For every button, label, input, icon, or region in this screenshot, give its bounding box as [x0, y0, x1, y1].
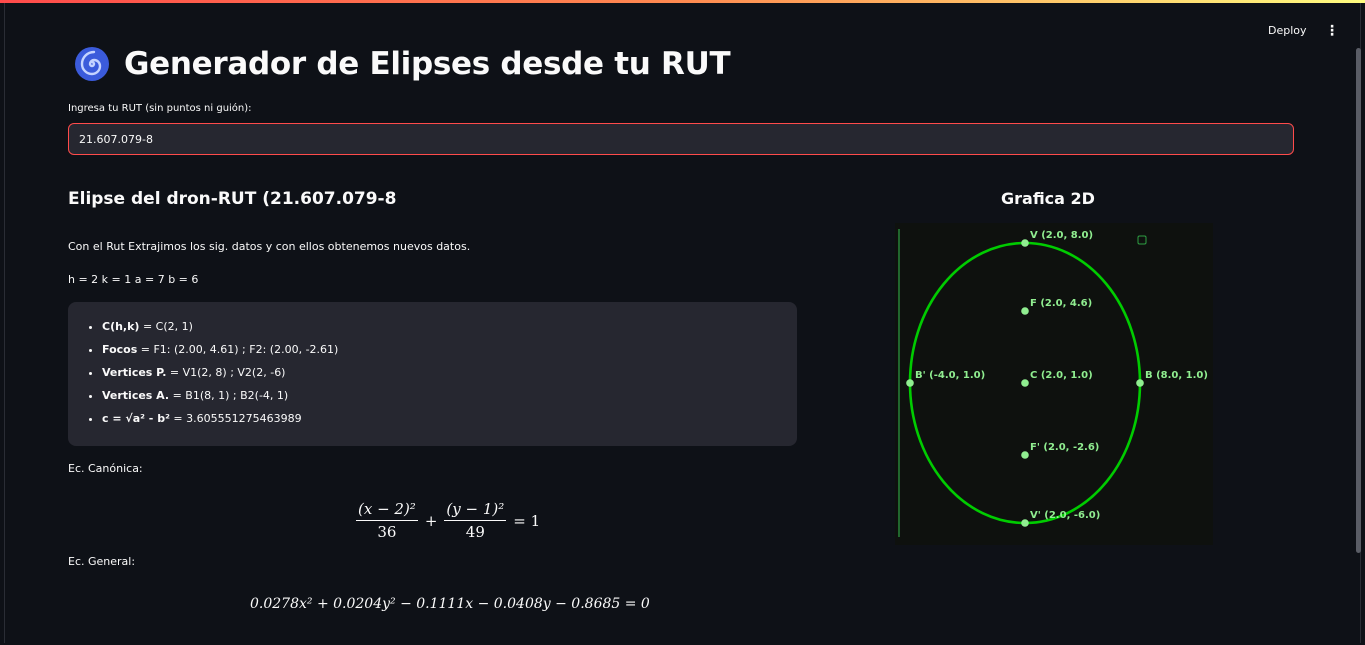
equals-one: = 1	[513, 511, 541, 530]
point-bp	[906, 379, 914, 387]
page-header: Generador de Elipses desde tu RUT	[74, 46, 731, 82]
item-key: Vertices A.	[102, 389, 170, 402]
fraction-y-denominator: 49	[465, 523, 485, 541]
deploy-button[interactable]: Deploy	[1268, 24, 1307, 37]
point-label-bp: B' (-4.0, 1.0)	[915, 370, 985, 381]
point-label-c: C (2.0, 1.0)	[1030, 370, 1093, 381]
rut-input-label: Ingresa tu RUT (sin puntos ni guión):	[68, 103, 252, 114]
plus-sign: +	[424, 511, 438, 530]
intro-text: Con el Rut Extrajimos los sig. datos y c…	[68, 240, 471, 253]
scrollbar[interactable]	[1356, 48, 1361, 553]
general-label: Ec. General:	[68, 555, 136, 568]
fraction-x-numerator: (x − 2)²	[356, 500, 418, 521]
item-value: = B1(8, 1) ; B2(-4, 1)	[169, 389, 289, 402]
point-c	[1021, 379, 1029, 387]
fraction-x-denominator: 36	[377, 523, 397, 541]
canonical-label: Ec. Canónica:	[68, 462, 143, 475]
ellipse-plot: V (2.0, 8.0) F (2.0, 4.6) B' (-4.0, 1.0) C …	[895, 223, 1213, 545]
ellipse-info-list: C(h,k) = C(2, 1) Focos = F1: (2.00, 4.61…	[80, 315, 797, 430]
item-key: C(h,k)	[102, 320, 140, 333]
point-label-f: F (2.0, 4.6)	[1030, 298, 1092, 309]
item-key: c = √a² - b²	[102, 412, 170, 425]
item-key: Vertices P.	[102, 366, 167, 379]
point-label-vp: V' (2.0, -6.0)	[1030, 510, 1100, 521]
plot-background	[895, 223, 1213, 545]
fraction-y-numerator: (y − 1)²	[444, 500, 507, 521]
item-value: = F1: (2.00, 4.61) ; F2: (2.00, -2.61)	[137, 343, 339, 356]
point-label-fp: F' (2.0, -2.6)	[1030, 442, 1099, 453]
page-title: Generador de Elipses desde tu RUT	[124, 46, 731, 82]
list-item: C(h,k) = C(2, 1)	[102, 315, 797, 338]
general-equation: 0.0278x² + 0.0204y² − 0.1111x − 0.0408y …	[250, 596, 650, 612]
more-options-icon[interactable]: ⋮	[1325, 22, 1339, 40]
fraction-x: (x − 2)² 36	[356, 500, 418, 541]
item-key: Focos	[102, 343, 138, 356]
point-fp	[1021, 451, 1029, 459]
canonical-equation: (x − 2)² 36 + (y − 1)² 49 = 1	[352, 500, 543, 541]
point-v	[1021, 239, 1029, 247]
point-label-b: B (8.0, 1.0)	[1145, 370, 1208, 381]
point-vp	[1021, 519, 1029, 527]
item-value: = C(2, 1)	[139, 320, 193, 333]
list-item: c = √a² - b² = 3.605551275463989	[102, 407, 797, 430]
point-label-v: V (2.0, 8.0)	[1030, 230, 1093, 241]
list-item: Focos = F1: (2.00, 4.61) ; F2: (2.00, -2…	[102, 338, 797, 361]
result-heading: Elipse del dron-RUT (21.607.079-8	[68, 189, 397, 209]
rut-input[interactable]	[68, 123, 1294, 155]
params-text: h = 2 k = 1 a = 7 b = 6	[68, 273, 199, 286]
list-item: Vertices A. = B1(8, 1) ; B2(-4, 1)	[102, 384, 797, 407]
fraction-y: (y − 1)² 49	[444, 500, 507, 541]
spiral-icon	[75, 47, 109, 81]
item-value: = 3.605551275463989	[169, 412, 302, 425]
ellipse-info-box: C(h,k) = C(2, 1) Focos = F1: (2.00, 4.61…	[68, 302, 797, 446]
point-b	[1136, 379, 1144, 387]
list-item: Vertices P. = V1(2, 8) ; V2(2, -6)	[102, 361, 797, 384]
graph-title: Grafica 2D	[1001, 189, 1095, 208]
item-value: = V1(2, 8) ; V2(2, -6)	[166, 366, 286, 379]
point-f	[1021, 307, 1029, 315]
